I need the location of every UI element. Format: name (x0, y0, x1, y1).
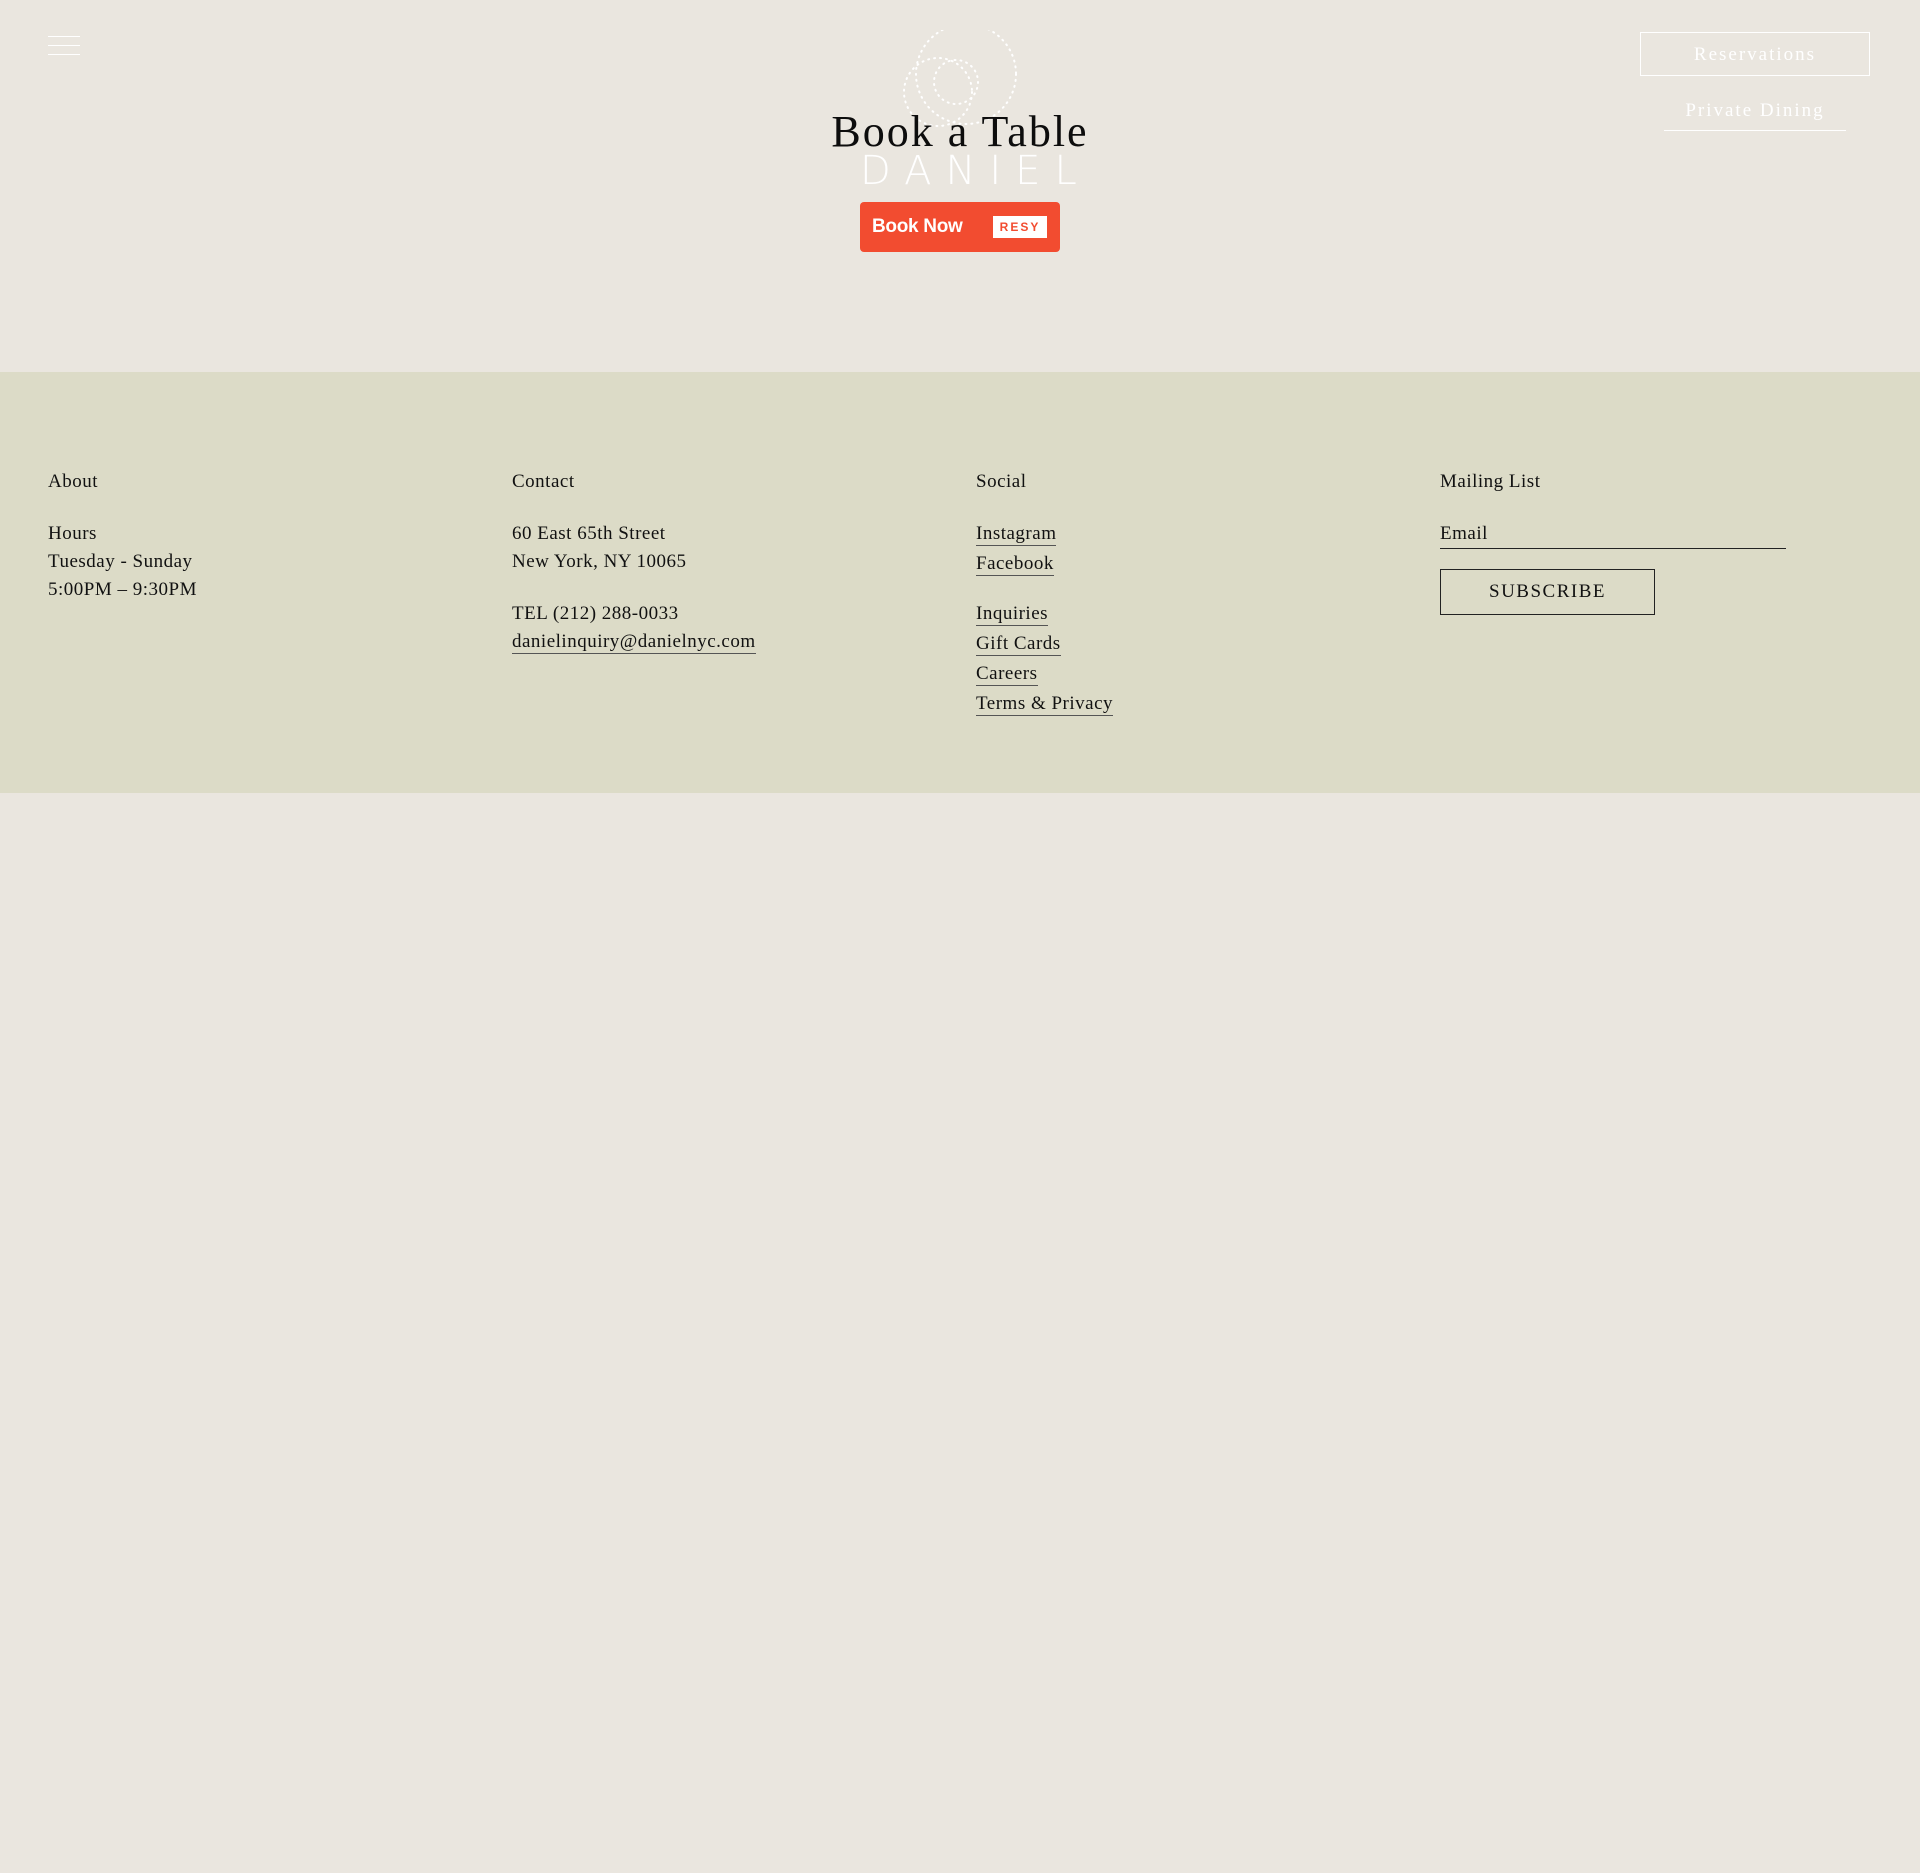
site-footer: About Hours Tuesday - Sunday 5:00PM – 9:… (0, 372, 1920, 793)
terms-privacy-link[interactable]: Terms & Privacy (976, 692, 1114, 716)
hours-times: 5:00PM – 9:30PM (48, 579, 197, 600)
footer-mailing-column: Mailing List SUBSCRIBE (1440, 468, 1860, 615)
private-dining-link[interactable]: Private Dining (1664, 100, 1846, 131)
about-heading: About (48, 471, 98, 492)
address-line-2: New York, NY 10065 (512, 551, 687, 572)
phone-number: TEL (212) 288-0033 (512, 603, 679, 624)
footer-social-column: Social Instagram Facebook Inquiries Gift… (976, 468, 1396, 720)
book-now-label: Book Now (872, 216, 963, 237)
facebook-link[interactable]: Facebook (976, 552, 1054, 576)
footer-contact-column: Contact 60 East 65th Street New York, NY… (512, 468, 932, 658)
email-field[interactable] (1440, 520, 1786, 549)
address-line-1: 60 East 65th Street (512, 523, 666, 544)
hours-label: Hours (48, 523, 97, 544)
email-link[interactable]: danielinquiry@danielnyc.com (512, 630, 756, 654)
book-now-button[interactable]: Book Now RESY (860, 202, 1060, 252)
mailing-heading: Mailing List (1440, 471, 1541, 492)
instagram-link[interactable]: Instagram (976, 522, 1057, 546)
subscribe-button[interactable]: SUBSCRIBE (1440, 569, 1655, 615)
social-heading: Social (976, 471, 1027, 492)
careers-link[interactable]: Careers (976, 662, 1038, 686)
resy-badge: RESY (993, 216, 1047, 238)
inquiries-link[interactable]: Inquiries (976, 602, 1049, 626)
hamburger-menu-icon[interactable] (48, 34, 80, 58)
contact-heading: Contact (512, 471, 575, 492)
site-header: DANIEL Book a Table Book Now RESY Reserv… (0, 0, 1920, 372)
gift-cards-link[interactable]: Gift Cards (976, 632, 1061, 656)
footer-about-column: About Hours Tuesday - Sunday 5:00PM – 9:… (48, 468, 468, 604)
hours-days: Tuesday - Sunday (48, 551, 193, 572)
reservations-button[interactable]: Reservations (1640, 32, 1870, 76)
page-title: Book a Table (831, 107, 1089, 156)
